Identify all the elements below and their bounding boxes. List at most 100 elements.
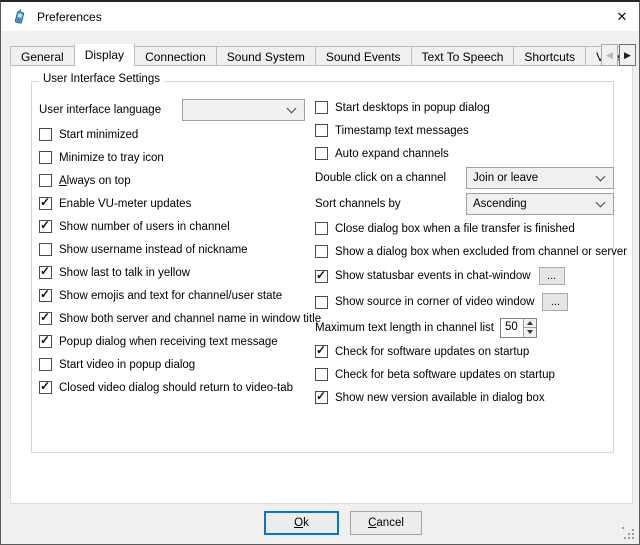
checkbox-label: Auto expand channels	[335, 148, 449, 160]
checkbox-label: Enable VU-meter updates	[59, 198, 191, 210]
checkbox-row[interactable]: Check for software updates on startup	[315, 340, 614, 363]
right-column: Start desktops in popup dialog Timestamp…	[315, 96, 614, 409]
statusbar-events-more-button[interactable]: ...	[539, 267, 565, 285]
checkbox-label: Show username instead of nickname	[59, 244, 248, 256]
checkbox-label: Show new version available in dialog box	[335, 392, 545, 404]
checkbox[interactable]	[39, 243, 52, 256]
double-click-label: Double click on a channel	[315, 172, 446, 184]
checkbox-row[interactable]: Check for beta software updates on start…	[315, 363, 614, 386]
titlebar[interactable]: Preferences ✕	[1, 2, 639, 31]
checkbox[interactable]	[39, 266, 52, 279]
checkbox-label: Start video in popup dialog	[59, 359, 195, 371]
checkbox[interactable]	[315, 345, 328, 358]
tab-scrollers: ◀ ▶	[601, 44, 636, 66]
video-source-row[interactable]: Show source in corner of video window ..…	[315, 289, 614, 315]
checkbox-label: Show statusbar events in chat-window	[335, 270, 531, 282]
tab-text-to-speech[interactable]: Text To Speech	[411, 46, 515, 66]
double-click-select[interactable]: Join or leave	[466, 167, 614, 189]
checkbox[interactable]	[315, 270, 328, 283]
checkbox[interactable]	[315, 124, 328, 137]
checkbox-row[interactable]: Show both server and channel name in win…	[39, 307, 305, 330]
checkbox-row[interactable]: Start minimized	[39, 123, 305, 146]
tab-connection[interactable]: Connection	[134, 46, 217, 66]
app-icon	[12, 9, 28, 25]
checkbox[interactable]	[315, 368, 328, 381]
spin-up-icon	[527, 321, 533, 325]
chevron-down-icon	[287, 103, 297, 113]
checkbox-label: Start minimized	[59, 129, 138, 141]
sort-channels-select[interactable]: Ascending	[466, 193, 614, 215]
tab-shortcuts[interactable]: Shortcuts	[513, 46, 586, 66]
max-text-length-label: Maximum text length in channel list	[315, 322, 494, 334]
cancel-button[interactable]: Cancel	[350, 511, 422, 535]
checkbox-row[interactable]: Show emojis and text for channel/user st…	[39, 284, 305, 307]
checkbox[interactable]	[315, 222, 328, 235]
checkbox-label: Start desktops in popup dialog	[335, 102, 490, 114]
resize-grip[interactable]	[622, 527, 635, 540]
checkbox[interactable]	[39, 381, 52, 394]
checkbox-row[interactable]: Auto expand channels	[315, 142, 614, 165]
checkbox[interactable]	[39, 358, 52, 371]
checkbox-row[interactable]: Close dialog box when a file transfer is…	[315, 217, 614, 240]
checkbox-label: Always on top	[59, 175, 131, 187]
language-row: User interface language	[39, 98, 305, 122]
checkbox-row[interactable]: Start video in popup dialog	[39, 353, 305, 376]
double-click-row: Double click on a channel Join or leave	[315, 165, 614, 191]
sort-channels-row: Sort channels by Ascending	[315, 191, 614, 217]
language-select[interactable]	[182, 99, 305, 121]
checkbox[interactable]	[315, 101, 328, 114]
checkbox-row[interactable]: Show new version available in dialog box	[315, 386, 614, 409]
checkbox-label: Show last to talk in yellow	[59, 267, 190, 279]
tab-scroll-right-icon[interactable]: ▶	[619, 44, 636, 66]
spin-down-button[interactable]	[524, 328, 536, 337]
checkbox-label: Show emojis and text for channel/user st…	[59, 290, 282, 302]
preferences-dialog: Preferences ✕ General Display Connection…	[0, 0, 640, 545]
tab-sound-events[interactable]: Sound Events	[315, 46, 412, 66]
group-title: User Interface Settings	[39, 73, 164, 85]
video-source-more-button[interactable]: ...	[542, 293, 568, 311]
spin-up-button[interactable]	[524, 319, 536, 329]
checkbox[interactable]	[39, 220, 52, 233]
checkbox[interactable]	[39, 289, 52, 302]
dialog-button-row: Ok Cancel	[1, 501, 639, 544]
tab-display[interactable]: Display	[74, 44, 135, 66]
checkbox[interactable]	[39, 128, 52, 141]
checkbox-row[interactable]: Show number of users in channel	[39, 215, 305, 238]
language-label: User interface language	[39, 104, 161, 116]
max-text-length-spinner[interactable]: 50	[500, 318, 537, 338]
checkbox-label: Show both server and channel name in win…	[59, 313, 321, 325]
checkbox[interactable]	[39, 335, 52, 348]
tab-bar: General Display Connection Sound System …	[10, 44, 636, 66]
checkbox-label: Popup dialog when receiving text message	[59, 336, 278, 348]
checkbox[interactable]	[39, 197, 52, 210]
checkbox-label: Show source in corner of video window	[335, 296, 534, 308]
checkbox-row[interactable]: Always on top	[39, 169, 305, 192]
checkbox-row[interactable]: Closed video dialog should return to vid…	[39, 376, 305, 399]
chevron-down-icon	[596, 197, 606, 207]
checkbox[interactable]	[39, 174, 52, 187]
tab-general[interactable]: General	[10, 46, 75, 66]
close-button[interactable]: ✕	[605, 2, 639, 31]
checkbox-row[interactable]: Popup dialog when receiving text message	[39, 330, 305, 353]
checkbox-row[interactable]: Minimize to tray icon	[39, 146, 305, 169]
checkbox[interactable]	[315, 391, 328, 404]
checkbox-row[interactable]: Enable VU-meter updates	[39, 192, 305, 215]
spin-down-icon	[527, 330, 533, 334]
tab-sound-system[interactable]: Sound System	[216, 46, 316, 66]
checkbox-row[interactable]: Show username instead of nickname	[39, 238, 305, 261]
checkbox[interactable]	[39, 312, 52, 325]
checkbox-row[interactable]: Start desktops in popup dialog	[315, 96, 614, 119]
checkbox-row[interactable]: Show a dialog box when excluded from cha…	[315, 240, 614, 263]
checkbox-row[interactable]: Timestamp text messages	[315, 119, 614, 142]
tab-scroll-left-icon[interactable]: ◀	[601, 44, 618, 66]
sort-channels-label: Sort channels by	[315, 198, 401, 210]
statusbar-events-row[interactable]: Show statusbar events in chat-window ...	[315, 263, 614, 289]
checkbox[interactable]	[39, 151, 52, 164]
ok-button[interactable]: Ok	[264, 511, 339, 535]
checkbox[interactable]	[315, 245, 328, 258]
left-column: User interface language Start minimized …	[39, 98, 305, 399]
checkbox-row[interactable]: Show last to talk in yellow	[39, 261, 305, 284]
checkbox-label: Minimize to tray icon	[59, 152, 164, 164]
checkbox[interactable]	[315, 296, 328, 309]
checkbox[interactable]	[315, 147, 328, 160]
